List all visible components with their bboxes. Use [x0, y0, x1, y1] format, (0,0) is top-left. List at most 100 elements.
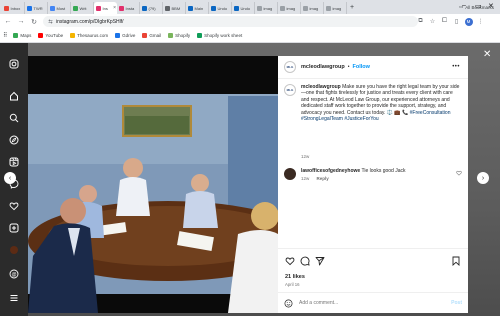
forward-icon[interactable]: → — [16, 17, 26, 27]
chevron-right-icon: › — [481, 174, 485, 182]
author-avatar[interactable]: MLG — [284, 61, 296, 73]
reply-button[interactable]: Reply — [317, 176, 329, 181]
reload-icon[interactable]: ↻ — [29, 17, 39, 27]
tab-favicon-icon — [303, 5, 308, 11]
bookmark-favicon-icon — [70, 33, 76, 38]
browser-tab[interactable]: Undo — [209, 2, 232, 14]
more-options-icon[interactable]: ••• — [452, 64, 460, 70]
bookmarks-bar: ⠿ Maps YouTube Thesaurus.com Gdrive Gmail Sho… — [0, 29, 500, 43]
bookmark-label: Shopify work sheet — [204, 33, 243, 38]
comment-like-heart-icon[interactable] — [456, 170, 462, 176]
bookmark-item[interactable]: Gdrive — [115, 33, 135, 38]
browser-tab[interactable]: (79) — [140, 2, 163, 14]
bookmark-item[interactable]: Gmail — [142, 33, 161, 38]
tab-favicon-icon — [50, 5, 55, 11]
all-bookmarks-label: All Bookmarks — [465, 4, 494, 10]
commenter-username[interactable]: lawofficesofgedneyhowe — [301, 168, 360, 174]
tab-title: Inbox — [10, 5, 21, 11]
bookmark-item[interactable]: Thesaurus.com — [70, 33, 108, 38]
post-photo — [28, 56, 278, 313]
caption-avatar-logo: MLG — [286, 88, 294, 92]
back-icon[interactable]: ← — [3, 17, 13, 27]
like-heart-icon[interactable] — [285, 256, 295, 266]
bookmark-item[interactable]: YouTube — [38, 33, 63, 38]
explore-icon[interactable] — [9, 135, 19, 145]
browser-tab[interactable]: imag — [324, 2, 347, 14]
browser-tab[interactable]: imag — [301, 2, 324, 14]
browser-tab[interactable]: Undo — [232, 2, 255, 14]
bookmark-item[interactable]: Shopify — [168, 33, 190, 38]
author-username[interactable]: mcleodlawgroup — [301, 64, 345, 70]
more-menu-icon[interactable] — [9, 293, 19, 303]
home-icon[interactable] — [9, 91, 19, 101]
profile-button[interactable]: M — [464, 17, 473, 26]
browser-tab[interactable]: Ins × — [94, 2, 117, 14]
tab-title: Undo — [217, 5, 228, 11]
tab-title: Undo — [240, 5, 251, 11]
caption-username[interactable]: mcleodlawgroup — [301, 84, 341, 90]
share-icon[interactable] — [315, 256, 325, 266]
threads-icon[interactable] — [9, 245, 19, 255]
create-icon[interactable] — [9, 223, 19, 233]
browser-tab[interactable]: imag — [278, 2, 301, 14]
bookmark-item[interactable]: Maps — [13, 33, 31, 38]
save-bookmark-icon[interactable] — [451, 256, 461, 266]
post-comment-button[interactable]: Post — [451, 300, 462, 306]
tab-favicon-icon — [188, 5, 193, 11]
meeting-photo-image — [28, 56, 278, 313]
browser-tab[interactable]: BBM — [163, 2, 186, 14]
tab-title: Ins — [102, 5, 108, 11]
bookmark-item[interactable]: Shopify work sheet — [197, 33, 242, 38]
follow-button[interactable]: Follow — [352, 64, 369, 70]
search-icon[interactable] — [9, 113, 19, 123]
tab-title: Insta — [125, 5, 135, 11]
instagram-page: @ ✕ ‹ › MLG mcleodlawgroup • Follow ••• … — [0, 43, 500, 316]
instagram-logo-icon[interactable] — [9, 59, 19, 69]
commenter-avatar[interactable] — [284, 168, 296, 180]
caption-avatar[interactable]: MLG — [284, 84, 296, 96]
tab-favicon-icon — [211, 5, 216, 11]
like-count[interactable]: 21 likes — [285, 274, 305, 280]
post-actions: 21 likes April 16 Post — [278, 248, 468, 312]
profile-icon[interactable]: @ — [9, 269, 19, 279]
sidepanel-icon[interactable]: ▯ — [452, 17, 461, 26]
browser-tab[interactable]: Inbox — [2, 2, 25, 14]
bookmark-favicon-icon — [115, 33, 121, 38]
browser-tab[interactable]: Writ — [71, 2, 94, 14]
previous-post-button[interactable]: ‹ — [4, 172, 16, 184]
install-icon[interactable]: ⧉ — [416, 17, 425, 26]
browser-tab[interactable]: Most — [48, 2, 71, 14]
apps-icon[interactable]: ⠿ — [3, 32, 7, 39]
emoji-icon[interactable] — [284, 299, 293, 308]
comment-bubble-icon[interactable] — [300, 256, 310, 266]
notifications-heart-icon[interactable] — [9, 201, 19, 211]
bookmark-label: Thesaurus.com — [77, 33, 109, 38]
bookmark-label: Maps — [20, 33, 32, 38]
add-comment-input[interactable] — [299, 300, 439, 306]
comment-timestamp[interactable]: 12w — [301, 176, 309, 181]
tab-favicon-icon — [119, 5, 124, 11]
all-bookmarks-button[interactable]: ▭ All Bookmarks — [459, 4, 494, 10]
reels-icon[interactable] — [9, 157, 19, 167]
author-avatar-logo: MLG — [286, 65, 294, 69]
next-post-button[interactable]: › — [477, 172, 489, 184]
bookmark-star-icon[interactable]: ☆ — [428, 17, 437, 26]
menu-icon[interactable]: ⋮ — [476, 17, 485, 26]
tab-favicon-icon — [142, 5, 147, 11]
tab-favicon-icon — [27, 5, 32, 11]
tab-favicon-icon — [165, 5, 170, 11]
browser-tab[interactable]: Main — [186, 2, 209, 14]
address-bar[interactable]: instagram.com/p/DIgbrKpSHlf/ — [43, 16, 418, 27]
close-post-icon[interactable]: ✕ — [483, 49, 491, 60]
post-header: MLG mcleodlawgroup • Follow ••• — [278, 56, 468, 79]
browser-tab[interactable]: TWR — [25, 2, 48, 14]
tab-strip: Inbox TWR Most Writ Ins × Insta (79) BBM Main Undo… — [0, 0, 500, 14]
site-info-icon[interactable] — [48, 19, 53, 24]
post-date[interactable]: April 16 — [285, 282, 300, 287]
caption-timestamp[interactable]: 12w — [301, 154, 309, 159]
browser-tab[interactable]: Insta — [117, 2, 140, 14]
browser-tab[interactable]: imag — [255, 2, 278, 14]
extensions-icon[interactable]: ⧠ — [440, 17, 449, 26]
new-tab-icon[interactable]: + — [350, 4, 354, 11]
post-modal: MLG mcleodlawgroup • Follow ••• MLG mcle… — [28, 56, 468, 313]
